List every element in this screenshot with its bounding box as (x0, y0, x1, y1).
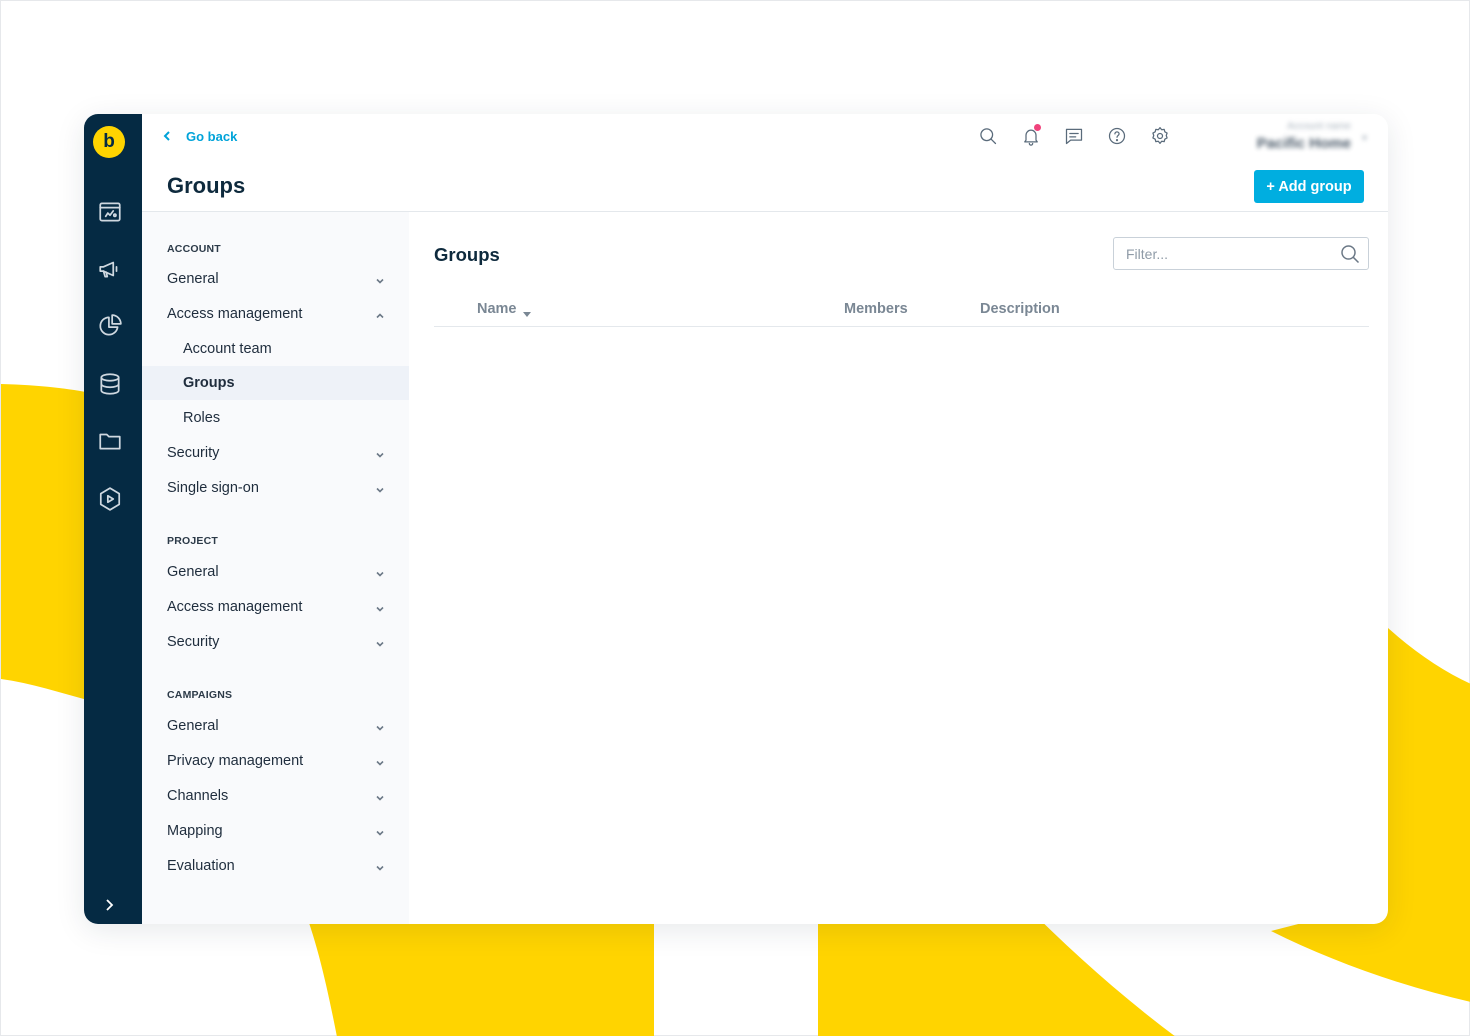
help-icon[interactable] (1105, 124, 1129, 148)
column-header-members[interactable]: Members (844, 301, 908, 317)
groups-content: Groups Name Members Description (409, 212, 1388, 924)
gear-icon[interactable] (1148, 124, 1172, 148)
nav-item-label: Roles (183, 410, 221, 426)
chevron-down-icon: ▾ (1361, 133, 1367, 144)
nav-item-channels[interactable]: Channels (142, 779, 409, 813)
nav-item-label: Single sign-on (167, 480, 259, 496)
nav-item-label: Evaluation (167, 858, 235, 874)
nav-item-label: Mapping (167, 823, 223, 839)
nav-item-single-sign-on[interactable]: Single sign-on (142, 471, 409, 505)
chevron-down-icon (375, 791, 385, 801)
nav-item-label: Access management (167, 599, 303, 615)
nav-item-label: Channels (167, 788, 229, 804)
nav-item-label: Security (167, 634, 220, 650)
column-header-description[interactable]: Description (980, 301, 1060, 317)
chevron-down-icon (375, 721, 385, 731)
nav-item-label: General (167, 718, 219, 734)
nav-item-roles[interactable]: Roles (142, 401, 409, 435)
account-label: Account name (1287, 121, 1351, 132)
nav-item-campaigns-general[interactable]: General (142, 709, 409, 743)
nav-section-account: ACCOUNT (167, 243, 221, 255)
nav-item-label: General (167, 271, 219, 287)
nav-item-project-general[interactable]: General (142, 555, 409, 589)
main-area: Go back Groups Account name Pacific Home… (142, 114, 1388, 924)
chevron-down-icon (375, 861, 385, 871)
chevron-down-icon (375, 756, 385, 766)
add-group-button[interactable]: + Add group (1254, 170, 1364, 203)
app-window: b Go back Groups Account name Pacific Ho… (84, 114, 1388, 924)
database-icon[interactable] (96, 370, 124, 398)
chevron-right-icon[interactable] (99, 894, 119, 916)
chevron-down-icon (375, 567, 385, 577)
chevron-down-icon (375, 602, 385, 612)
chevron-down-icon (375, 637, 385, 647)
nav-item-label: Groups (183, 375, 235, 391)
content-title: Groups (434, 244, 500, 265)
message-icon[interactable] (1062, 124, 1086, 148)
nav-item-label: Account team (183, 341, 272, 357)
column-label: Name (477, 301, 517, 317)
pie-chart-icon[interactable] (96, 312, 124, 340)
nav-item-account-access-management[interactable]: Access management (142, 297, 409, 331)
nav-item-account-security[interactable]: Security (142, 436, 409, 470)
header-toolbar (976, 124, 1191, 148)
nav-item-label: Privacy management (167, 753, 304, 769)
nav-section-project: PROJECT (167, 535, 218, 547)
nav-item-mapping[interactable]: Mapping (142, 814, 409, 848)
folder-icon[interactable] (96, 427, 124, 455)
nav-section-campaigns: CAMPAIGNS (167, 689, 233, 701)
nav-item-account-general[interactable]: General (142, 262, 409, 296)
page-header: Go back Groups Account name Pacific Home… (142, 114, 1388, 212)
nav-item-evaluation[interactable]: Evaluation (142, 849, 409, 883)
filter-box (1113, 237, 1369, 270)
column-label: Members (844, 301, 908, 317)
dashboard-icon[interactable] (96, 198, 124, 226)
account-name: Pacific Home (1256, 135, 1351, 152)
chevron-left-icon (163, 131, 170, 141)
chevron-down-icon (375, 826, 385, 836)
nav-item-groups[interactable]: Groups (142, 366, 409, 400)
chevron-up-icon (375, 309, 385, 319)
nav-item-account-team[interactable]: Account team (142, 332, 409, 366)
go-back-label: Go back (186, 128, 238, 144)
chevron-down-icon (375, 448, 385, 458)
page-title: Groups (167, 173, 246, 198)
chevron-down-icon (375, 274, 385, 284)
nav-item-project-security[interactable]: Security (142, 625, 409, 659)
nav-item-privacy-management[interactable]: Privacy management (142, 744, 409, 778)
logo-icon[interactable]: b (93, 126, 125, 158)
nav-item-project-access-management[interactable]: Access management (142, 590, 409, 624)
search-icon[interactable] (976, 124, 1000, 148)
search-icon[interactable] (1340, 244, 1360, 264)
go-back-link[interactable]: Go back (162, 127, 237, 145)
nav-item-label: Security (167, 445, 220, 461)
chevron-down-icon (375, 483, 385, 493)
sort-down-icon (522, 306, 531, 317)
nav-item-label: Access management (167, 306, 303, 322)
account-switcher[interactable]: Account name Pacific Home ▾ (1237, 119, 1367, 159)
play-icon[interactable] (96, 485, 124, 513)
settings-nav: ACCOUNT General Access management Accoun… (142, 212, 409, 924)
nav-item-label: General (167, 564, 219, 580)
notification-badge (1034, 124, 1041, 131)
column-label: Description (980, 301, 1060, 317)
bell-icon[interactable] (1019, 124, 1043, 148)
filter-input[interactable] (1114, 238, 1334, 269)
column-header-name[interactable]: Name (477, 301, 531, 317)
left-rail: b (84, 114, 142, 924)
megaphone-icon[interactable] (96, 255, 124, 283)
table-header: Name Members Description (434, 297, 1369, 327)
